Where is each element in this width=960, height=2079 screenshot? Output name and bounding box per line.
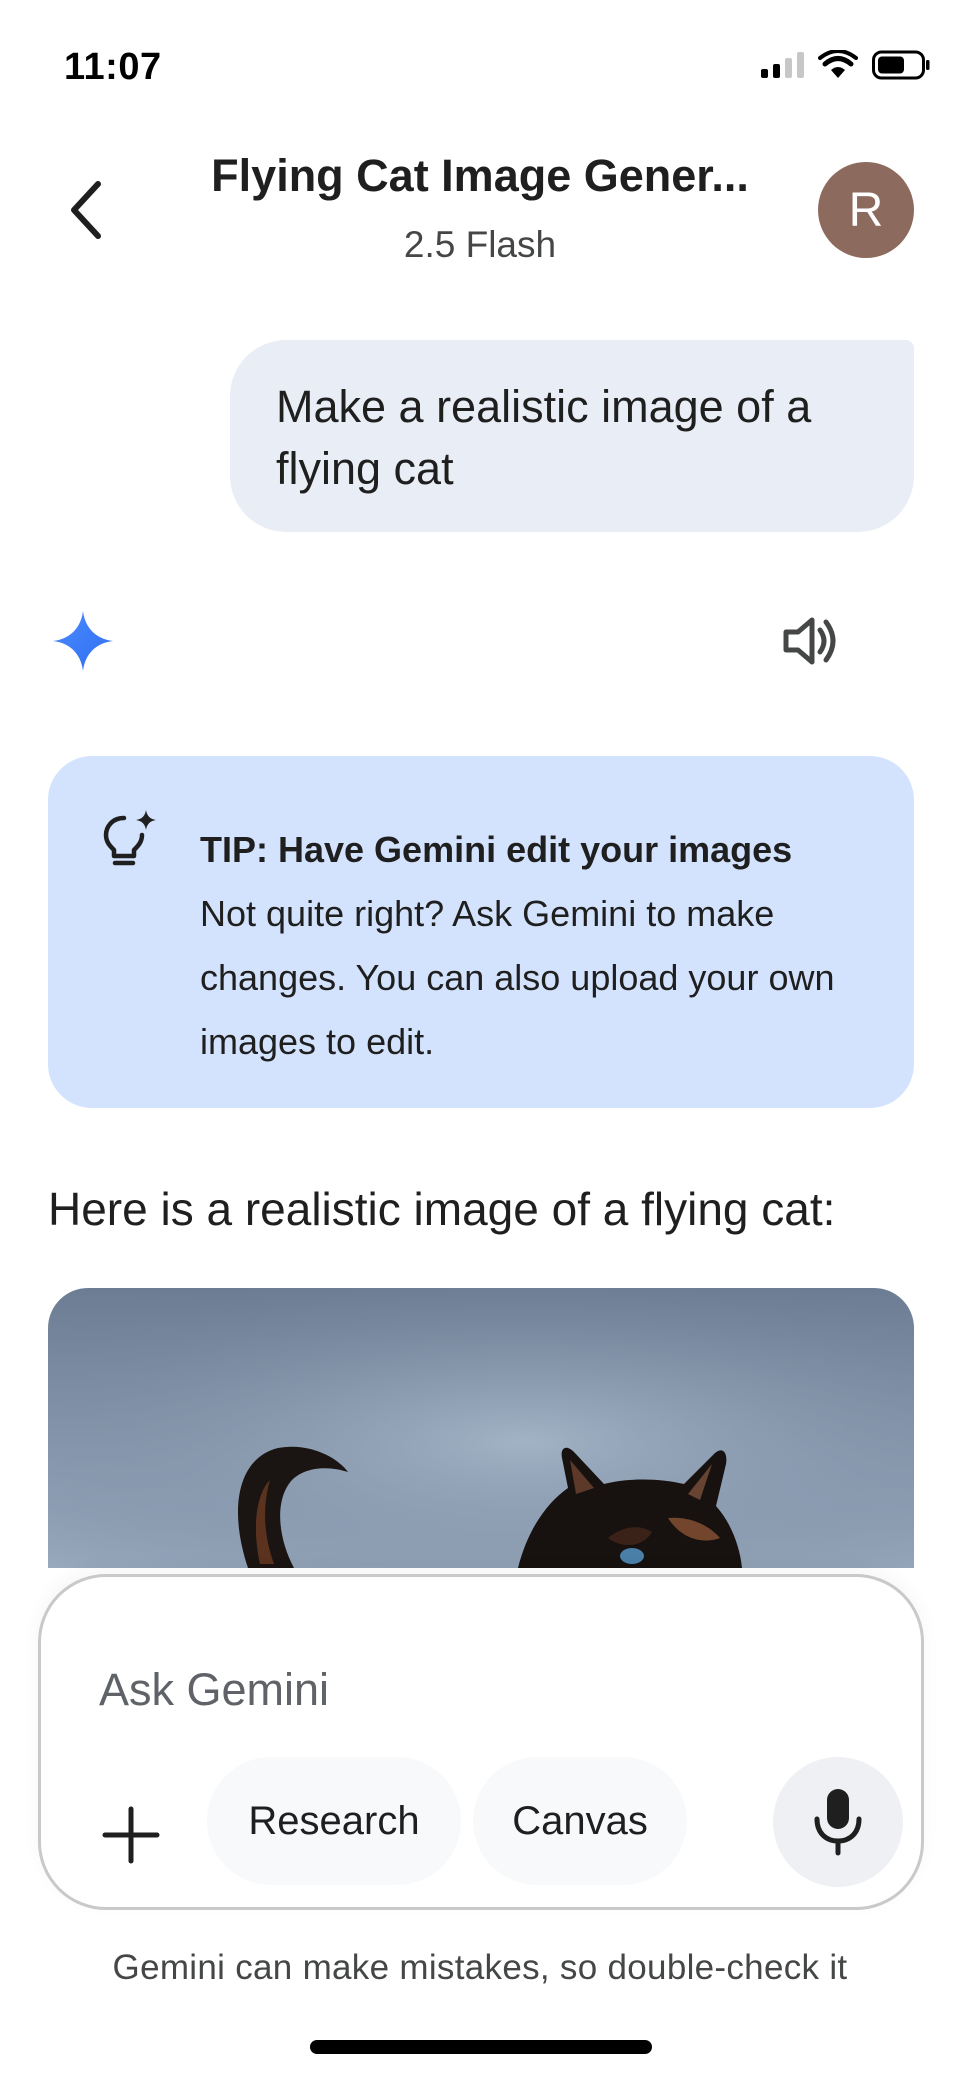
tip-card: TIP: Have Gemini edit your images Not qu… [48, 756, 914, 1108]
read-aloud-button[interactable] [778, 608, 844, 674]
microphone-button[interactable] [773, 1757, 903, 1887]
status-bar: 11:07 [0, 0, 960, 130]
generated-cat-image[interactable] [48, 1288, 914, 1568]
lightbulb-sparkle-icon [103, 810, 156, 866]
tip-title: TIP: Have Gemini edit your images [200, 829, 793, 870]
wifi-icon [818, 50, 858, 78]
tip-text: TIP: Have Gemini edit your images Not qu… [200, 818, 880, 1074]
plus-icon [102, 1806, 160, 1864]
gemini-sparkle-icon [53, 611, 113, 671]
canvas-chip[interactable]: Canvas [473, 1757, 687, 1885]
battery-icon [872, 50, 930, 80]
research-chip[interactable]: Research [207, 1757, 461, 1885]
prompt-composer: Research Canvas [38, 1574, 924, 1910]
user-message-bubble: Make a realistic image of a flying cat [230, 340, 914, 532]
chevron-left-icon [71, 181, 101, 239]
back-button[interactable] [56, 170, 116, 250]
home-indicator[interactable] [310, 2040, 652, 2054]
model-selector[interactable]: 2.5 Flash [150, 224, 810, 266]
disclaimer-text: Gemini can make mistakes, so double-chec… [112, 1948, 848, 1987]
response-text: Here is a realistic image of a flying ca… [48, 1183, 836, 1235]
status-icons [761, 50, 930, 80]
cellular-signal-icon [761, 52, 804, 78]
tip-body: Not quite right? Ask Gemini to make chan… [200, 893, 835, 1062]
microphone-icon [814, 1789, 862, 1856]
cat-illustration [48, 1288, 914, 1568]
status-time: 11:07 [64, 46, 162, 88]
ask-gemini-input[interactable] [99, 1655, 859, 1725]
avatar[interactable]: R [818, 162, 914, 258]
chat-title[interactable]: Flying Cat Image Gener... [150, 150, 810, 202]
speaker-icon [783, 617, 836, 665]
add-attachment-button[interactable] [95, 1799, 167, 1871]
